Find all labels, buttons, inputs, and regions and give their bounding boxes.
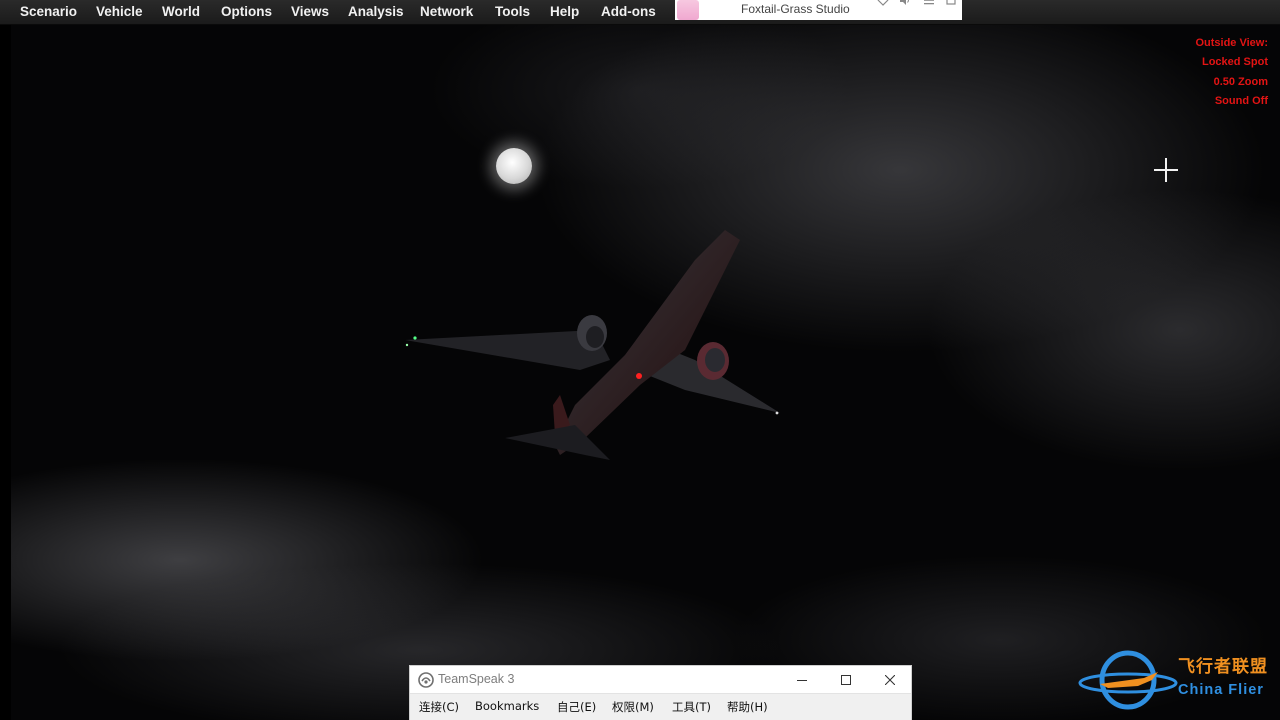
menu-network[interactable]: Network	[420, 3, 473, 21]
maximize-button[interactable]	[824, 666, 868, 693]
window-icon[interactable]	[945, 0, 957, 6]
menu-world[interactable]: World	[162, 3, 200, 21]
menu-views[interactable]: Views	[291, 3, 329, 21]
simulator-menubar: Scenario Vehicle World Options Views Ana…	[0, 0, 1280, 25]
menu-add-ons[interactable]: Add-ons	[601, 3, 656, 21]
teamspeak-logo-icon	[418, 672, 434, 688]
menu-scenario[interactable]: Scenario	[20, 3, 77, 21]
crosshair-cursor	[1154, 158, 1178, 182]
menu-help[interactable]: Help	[550, 3, 579, 21]
hud-view-mode: Outside View:	[1195, 37, 1268, 49]
airliner-aircraft	[405, 230, 780, 460]
view-status-hud: Outside View: Locked Spot 0.50 Zoom Soun…	[1195, 34, 1268, 111]
menu-tools[interactable]: Tools	[495, 3, 530, 21]
teamspeak-title: TeamSpeak 3	[438, 672, 515, 686]
china-flier-logo-icon	[1078, 650, 1178, 710]
simulator-viewport[interactable]: Outside View: Locked Spot 0.50 Zoom Soun…	[0, 0, 1280, 720]
heart-icon[interactable]	[877, 0, 889, 6]
ts-menu-connect[interactable]: 连接(C)	[419, 699, 459, 715]
maximize-icon	[841, 674, 851, 685]
close-icon	[885, 674, 895, 685]
china-flier-watermark: 飞行者联盟 China Flier	[1078, 648, 1274, 712]
ts-menu-permissions[interactable]: 权限(M)	[612, 699, 654, 715]
avatar	[677, 0, 699, 20]
hud-sound-status: Sound Off	[1214, 94, 1268, 107]
teamspeak-titlebar[interactable]: TeamSpeak 3	[410, 666, 911, 693]
hud-zoom-level: 0.50 Zoom	[1213, 75, 1268, 88]
viewport-left-border	[0, 24, 11, 720]
teamspeak-window[interactable]: TeamSpeak 3 连接(C) Bookmarks 自己(E) 权限(M) …	[409, 665, 912, 720]
speaker-icon[interactable]	[899, 0, 911, 6]
ts-menu-bookmarks[interactable]: Bookmarks	[475, 699, 539, 713]
teamspeak-menubar: 连接(C) Bookmarks 自己(E) 权限(M) 工具(T) 帮助(H)	[410, 693, 911, 720]
menu-icon[interactable]	[923, 0, 935, 6]
music-player-notification[interactable]: Foxtail-Grass Studio	[675, 0, 962, 20]
ts-menu-tools[interactable]: 工具(T)	[672, 699, 711, 715]
watermark-en-text: China Flier	[1178, 682, 1264, 698]
ts-menu-help[interactable]: 帮助(H)	[727, 699, 768, 715]
minimize-icon	[797, 679, 807, 681]
menu-options[interactable]: Options	[221, 3, 272, 21]
menu-analysis[interactable]: Analysis	[348, 3, 404, 21]
watermark-cn-text: 飞行者联盟	[1178, 657, 1268, 677]
minimize-button[interactable]	[780, 666, 824, 693]
hud-locked-spot: Locked Spot	[1201, 56, 1268, 69]
close-button[interactable]	[868, 666, 912, 693]
studio-name: Foxtail-Grass Studio	[741, 2, 850, 16]
menu-vehicle[interactable]: Vehicle	[96, 3, 143, 21]
ts-menu-self[interactable]: 自己(E)	[557, 699, 596, 715]
moon	[496, 148, 532, 184]
